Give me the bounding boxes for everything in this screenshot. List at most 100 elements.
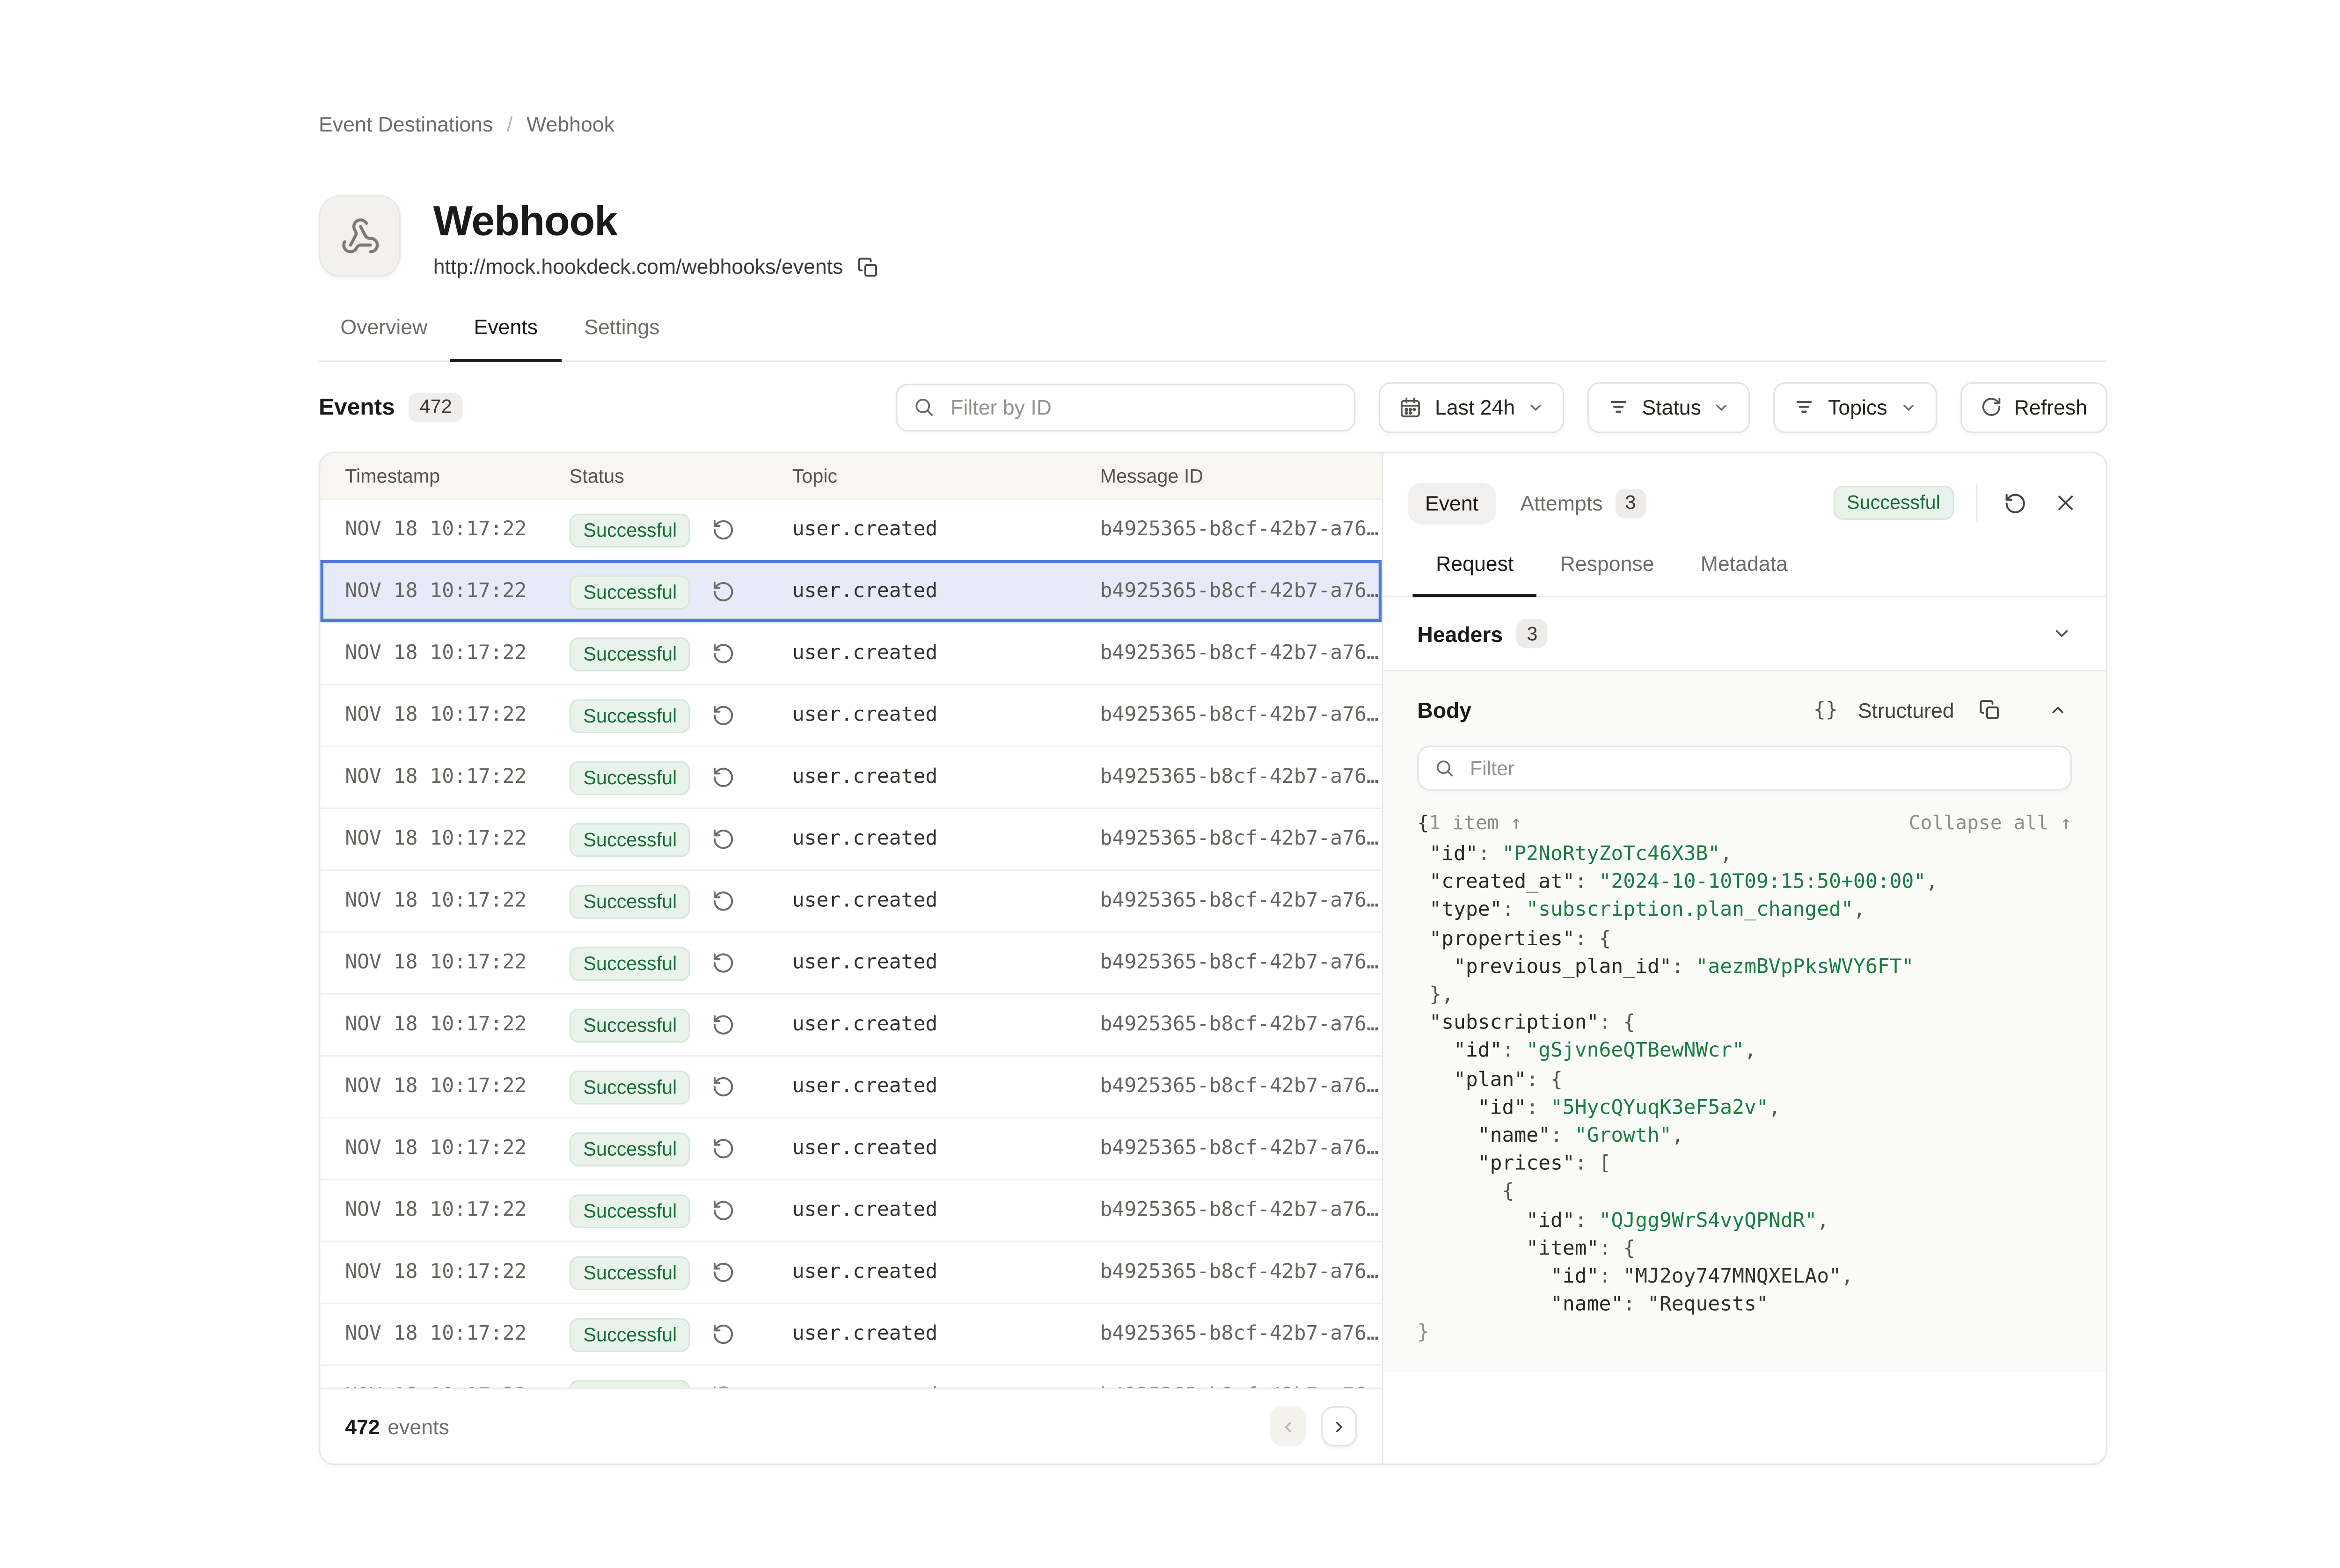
table-row[interactable]: NOV 18 10:17:22 Successful user.created … [320,622,1382,684]
row-status-badge: Successful [570,1194,691,1228]
status-filter-label: Status [1642,395,1701,419]
tab-response[interactable]: Response [1537,543,1677,597]
copy-body-icon[interactable] [1974,694,2005,725]
attempts-count-badge: 3 [1615,488,1646,518]
retry-row-icon[interactable] [712,1014,736,1037]
row-status-badge: Successful [570,946,691,980]
table-row[interactable]: NOV 18 10:17:22 Successful user.created … [320,560,1382,622]
table-row[interactable]: NOV 18 10:17:22 Successful user.created … [320,993,1382,1055]
table-row[interactable]: NOV 18 10:17:22 Successful user.created … [320,746,1382,808]
row-status-badge: Successful [570,1317,691,1351]
json-line: "id": "5HycQYuqK3eF5a2v", [1417,1095,2071,1123]
events-count-badge: 472 [409,392,462,422]
row-topic: user.created [768,1075,1075,1099]
events-toolbar: Events 472 Last 24h [319,380,2107,433]
retry-row-icon[interactable] [712,1137,736,1160]
row-message-id: b4925365-b8cf-42b7-a76… [1075,642,1382,665]
tab-metadata[interactable]: Metadata [1677,543,1811,597]
body-section: Body {} Structured [1383,671,2106,1372]
table-row[interactable]: NOV 18 10:17:22 Successful user.created … [320,1179,1382,1240]
breadcrumb-webhook[interactable]: Webhook [526,113,614,136]
row-timestamp: NOV 18 10:17:22 [320,951,544,975]
view-tab-attempts[interactable]: Attempts 3 [1520,488,1646,518]
row-message-id: b4925365-b8cf-42b7-a76… [1075,951,1382,975]
filter-by-id-box [896,383,1356,430]
root-brace: { [1417,810,1429,834]
row-message-id: b4925365-b8cf-42b7-a76… [1075,1261,1382,1284]
webhook-icon [340,216,380,256]
page-header: Webhook http://mock.hookdeck.com/webhook… [319,195,878,279]
retry-row-icon[interactable] [712,1323,736,1346]
topics-filter-label: Topics [1828,395,1887,419]
body-label: Body [1417,698,1471,722]
refresh-label: Refresh [2014,395,2087,419]
json-line: "id": "P2NoRtyZoTc46X3B", [1417,842,2071,870]
retry-row-icon[interactable] [712,642,736,665]
retry-event-icon[interactable] [1999,487,2032,519]
view-tab-event[interactable]: Event [1408,482,1496,524]
detail-header: Event Attempts 3 Successful [1383,453,2106,543]
retry-row-icon[interactable] [712,1075,736,1099]
json-line: "name": "Growth", [1417,1123,2071,1151]
footer-count-label: events [388,1415,449,1438]
close-panel-icon[interactable] [2050,487,2081,518]
retry-row-icon[interactable] [712,890,736,913]
tab-events[interactable]: Events [451,309,561,362]
table-row[interactable]: NOV 18 10:17:22 Successful user.created … [320,498,1382,560]
structured-mode-label[interactable]: Structured [1858,699,1954,722]
retry-row-icon[interactable] [712,518,736,542]
table-footer: 472 events [320,1388,1382,1464]
table-row[interactable]: NOV 18 10:17:22 Successful user.created … [320,869,1382,931]
row-message-id: b4925365-b8cf-42b7-a76… [1075,580,1382,604]
time-range-button[interactable]: Last 24h [1379,381,1565,432]
refresh-button[interactable]: Refresh [1960,381,2107,432]
row-status-badge: Successful [570,1255,691,1290]
table-row[interactable]: NOV 18 10:17:22 Successful user.created … [320,1241,1382,1303]
retry-row-icon[interactable] [712,1261,736,1284]
filter-lines-icon [1794,396,1815,417]
row-status-badge: Successful [570,575,691,609]
collapse-all-button[interactable]: Collapse all ↑ [1909,810,2072,834]
body-filter-input[interactable] [1467,755,2055,781]
events-card: Timestamp Status Topic Message ID NOV 18… [319,452,2107,1465]
topics-filter-button[interactable]: Topics [1774,381,1937,432]
retry-row-icon[interactable] [712,580,736,604]
table-row[interactable]: NOV 18 10:17:22 Successful user.created … [320,1303,1382,1364]
row-status-badge: Successful [570,1131,691,1166]
next-page-button[interactable] [1321,1406,1357,1446]
time-range-label: Last 24h [1435,395,1515,419]
body-filter-box [1417,746,2071,791]
retry-row-icon[interactable] [712,951,736,975]
table-row[interactable]: NOV 18 10:17:22 Successful user.created … [320,684,1382,745]
table-row[interactable]: NOV 18 10:17:22 Successful user.created … [320,1117,1382,1179]
filter-by-id-input[interactable] [948,394,1339,420]
retry-row-icon[interactable] [712,1199,736,1222]
row-topic: user.created [768,828,1075,851]
retry-row-icon[interactable] [712,704,736,727]
row-topic: user.created [768,766,1075,789]
table-row[interactable]: NOV 18 10:17:22 Successful user.created … [320,931,1382,993]
tab-overview[interactable]: Overview [322,309,451,362]
status-filter-button[interactable]: Status [1588,381,1751,432]
row-timestamp: NOV 18 10:17:22 [320,1075,544,1099]
table-row[interactable]: NOV 18 10:17:22 Successful user.created … [320,808,1382,869]
chevron-down-icon[interactable] [2052,623,2072,643]
tab-request[interactable]: Request [1412,543,1536,597]
tab-settings[interactable]: Settings [561,309,683,362]
collapse-body-icon[interactable] [2044,696,2072,724]
prev-page-button[interactable] [1270,1406,1306,1446]
chevron-down-icon [1900,398,1916,415]
copy-url-icon[interactable] [857,256,878,277]
json-line: "item": { [1417,1236,2071,1264]
json-line: "id": "MJ2oy747MNQXELAo", [1417,1264,2071,1292]
retry-row-icon[interactable] [712,766,736,789]
root-items-toggle[interactable]: {1 item ↑ [1417,810,1522,834]
headers-section-row[interactable]: Headers 3 [1383,597,2106,671]
braces-icon: {} [1814,699,1838,722]
refresh-icon [1980,396,2002,417]
retry-row-icon[interactable] [712,828,736,851]
breadcrumb-event-destinations[interactable]: Event Destinations [319,113,493,136]
table-row[interactable]: NOV 18 10:17:22 Successful user.created … [320,1055,1382,1117]
json-viewer[interactable]: "id": "P2NoRtyZoTc46X3B","created_at": "… [1417,842,2071,1349]
row-timestamp: NOV 18 10:17:22 [320,518,544,542]
